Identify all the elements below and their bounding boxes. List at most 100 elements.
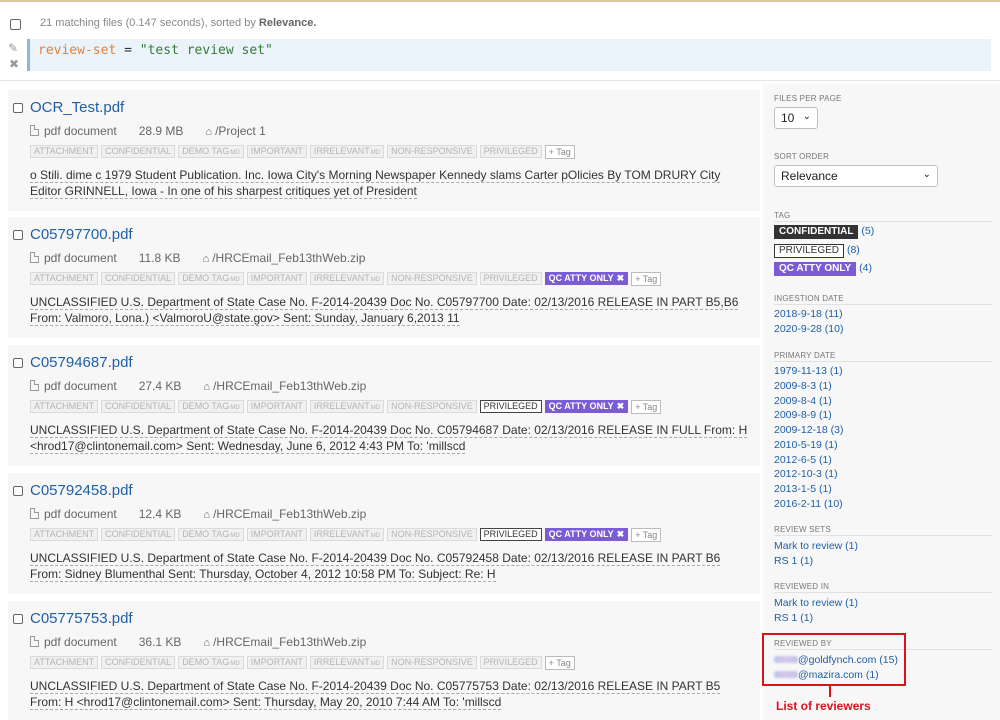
tag-row: ATTACHMENT CONFIDENTIAL DEMO TAGMD IMPORTAN… [30, 528, 662, 542]
result-checkbox[interactable] [13, 614, 23, 624]
facet-primary-date[interactable]: 2009-8-9 (1) [774, 409, 832, 421]
facet-primary-date[interactable]: 2009-8-4 (1) [774, 395, 832, 407]
add-tag-button[interactable]: + Tag [544, 656, 575, 670]
remove-tag-icon[interactable]: ✖ [617, 273, 625, 283]
tag-irrelevant[interactable]: IRRELEVANTMD [309, 272, 385, 285]
tag-confidential[interactable]: CONFIDENTIAL [101, 145, 176, 158]
facet-review-set[interactable]: Mark to review (1) [774, 540, 858, 552]
tag-attachment[interactable]: ATTACHMENT [30, 272, 99, 285]
sort-order-value: Relevance [781, 169, 838, 183]
tag-irrelevant[interactable]: IRRELEVANTMD [309, 145, 385, 158]
facet-tag-qc-atty-only[interactable]: QC ATTY ONLY (4) [774, 262, 872, 276]
tag-privileged[interactable]: PRIVILEGED [479, 400, 542, 413]
facet-tag-privileged[interactable]: PRIVILEGED (8) [774, 244, 860, 258]
tag-qc-atty-only[interactable]: QC ATTY ONLY ✖ [544, 400, 629, 413]
tag-important[interactable]: IMPORTANT [246, 400, 307, 413]
snippet-text: UNCLASSIFIED U.S. Department of State Ca… [30, 679, 721, 710]
tag-demo[interactable]: DEMO TAGMD [178, 145, 244, 158]
tag-attachment[interactable]: ATTACHMENT [30, 528, 99, 541]
add-tag-button[interactable]: + Tag [544, 145, 575, 159]
sort-order-select[interactable]: Relevance ⌄ [774, 165, 938, 187]
tag-privileged[interactable]: PRIVILEGED [479, 528, 542, 541]
md-badge: MD [230, 533, 240, 539]
facet-count: (4) [859, 262, 872, 274]
tag-demo[interactable]: DEMO TAGMD [178, 528, 244, 541]
tag-non-responsive[interactable]: NON-RESPONSIVE [387, 528, 477, 541]
facet-primary-date[interactable]: 1979-11-13 (1) [774, 365, 843, 377]
tag-qc-atty-only[interactable]: QC ATTY ONLY ✖ [544, 528, 629, 541]
tag-demo[interactable]: DEMO TAGMD [178, 656, 244, 669]
file-type: pdf document [44, 379, 117, 393]
result-title-link[interactable]: C05794687.pdf [30, 354, 133, 371]
tag-non-responsive[interactable]: NON-RESPONSIVE [387, 656, 477, 669]
query-editor[interactable]: review-set = "test review set" [27, 39, 991, 71]
facet-primary-date[interactable]: 2009-8-3 (1) [774, 380, 832, 392]
remove-tag-icon[interactable]: ✖ [617, 529, 625, 539]
facet-primary-date[interactable]: 2012-6-5 (1) [774, 454, 832, 466]
tag-irrelevant[interactable]: IRRELEVANTMD [309, 400, 385, 413]
tag-attachment[interactable]: ATTACHMENT [30, 145, 99, 158]
result-title-link[interactable]: C05797700.pdf [30, 226, 133, 243]
result-checkbox[interactable] [13, 486, 23, 496]
facet-primary-date[interactable]: 2009-12-18 (3) [774, 424, 843, 436]
result-title-link[interactable]: C05792458.pdf [30, 482, 133, 499]
pencil-icon[interactable]: ✎ [8, 41, 18, 55]
file-path: /HRCEmail_Feb13thWeb.zip [213, 507, 367, 521]
add-tag-button[interactable]: + Tag [631, 400, 662, 414]
tag-important[interactable]: IMPORTANT [246, 656, 307, 669]
select-all-checkbox[interactable] [10, 19, 21, 30]
tag-qc-atty-only[interactable]: QC ATTY ONLY ✖ [544, 272, 629, 285]
result-snippet: UNCLASSIFIED U.S. Department of State Ca… [30, 422, 750, 454]
add-tag-button[interactable]: + Tag [631, 528, 662, 542]
facet-reviewed-in[interactable]: RS 1 (1) [774, 612, 813, 624]
tag-non-responsive[interactable]: NON-RESPONSIVE [387, 145, 477, 158]
tag-privileged[interactable]: PRIVILEGED [479, 145, 542, 158]
file-path: /Project 1 [215, 124, 266, 138]
tag-non-responsive[interactable]: NON-RESPONSIVE [387, 400, 477, 413]
tag-demo-label: DEMO TAG [182, 657, 230, 667]
tag-important[interactable]: IMPORTANT [246, 145, 307, 158]
result-checkbox[interactable] [13, 103, 23, 113]
tag-row: ATTACHMENT CONFIDENTIAL DEMO TAGMD IMPORTAN… [30, 272, 662, 286]
tag-non-responsive[interactable]: NON-RESPONSIVE [387, 272, 477, 285]
tag-important[interactable]: IMPORTANT [246, 528, 307, 541]
result-title-link[interactable]: C05775753.pdf [30, 610, 133, 627]
file-size: 12.4 KB [138, 507, 182, 521]
facet-primary-date[interactable]: 2013-1-5 (1) [774, 483, 832, 495]
result-title-link[interactable]: OCR_Test.pdf [30, 99, 124, 116]
tag-confidential[interactable]: CONFIDENTIAL [101, 656, 176, 669]
facet-review-set[interactable]: RS 1 (1) [774, 555, 813, 567]
tag-attachment[interactable]: ATTACHMENT [30, 400, 99, 413]
query-key: review-set [38, 43, 117, 58]
facet-primary-date[interactable]: 2016-2-11 (10) [774, 498, 843, 510]
facet-ingestion-date[interactable]: 2018-9-18 (11) [774, 308, 843, 320]
result-checkbox[interactable] [13, 358, 23, 368]
facet-ingestion-date[interactable]: 2020-9-28 (10) [774, 323, 843, 335]
facet-primary-date[interactable]: 2012-10-3 (1) [774, 468, 838, 480]
result-checkbox[interactable] [13, 230, 23, 240]
tag-pill-qc: QC ATTY ONLY [774, 262, 857, 276]
tag-important[interactable]: IMPORTANT [246, 272, 307, 285]
tag-attachment[interactable]: ATTACHMENT [30, 656, 99, 669]
document-icon [30, 252, 39, 263]
tag-privileged[interactable]: PRIVILEGED [479, 272, 542, 285]
tag-demo[interactable]: DEMO TAGMD [178, 400, 244, 413]
remove-tag-icon[interactable]: ✖ [617, 401, 625, 411]
result-meta: pdf document 36.1 KB ⌂/HRCEmail_Feb13thWeb… [30, 635, 366, 651]
close-icon[interactable]: ✖ [9, 57, 19, 71]
tag-confidential[interactable]: CONFIDENTIAL [101, 272, 176, 285]
facet-primary-date[interactable]: 2010-5-19 (1) [774, 439, 838, 451]
facet-tag-confidential[interactable]: CONFIDENTIAL (5) [774, 225, 874, 239]
facet-reviewed-in[interactable]: Mark to review (1) [774, 597, 858, 609]
tag-confidential[interactable]: CONFIDENTIAL [101, 528, 176, 541]
tag-privileged[interactable]: PRIVILEGED [479, 656, 542, 669]
tag-demo[interactable]: DEMO TAGMD [178, 272, 244, 285]
query-text[interactable]: review-set = "test review set" [38, 43, 273, 58]
files-per-page-select[interactable]: 10 ⌄ [774, 107, 818, 129]
tag-confidential[interactable]: CONFIDENTIAL [101, 400, 176, 413]
tag-irrelevant[interactable]: IRRELEVANTMD [309, 656, 385, 669]
snippet-text: UNCLASSIFIED U.S. Department of State Ca… [30, 551, 721, 582]
tag-irrelevant[interactable]: IRRELEVANTMD [309, 528, 385, 541]
file-type: pdf document [44, 124, 117, 138]
add-tag-button[interactable]: + Tag [631, 272, 662, 286]
